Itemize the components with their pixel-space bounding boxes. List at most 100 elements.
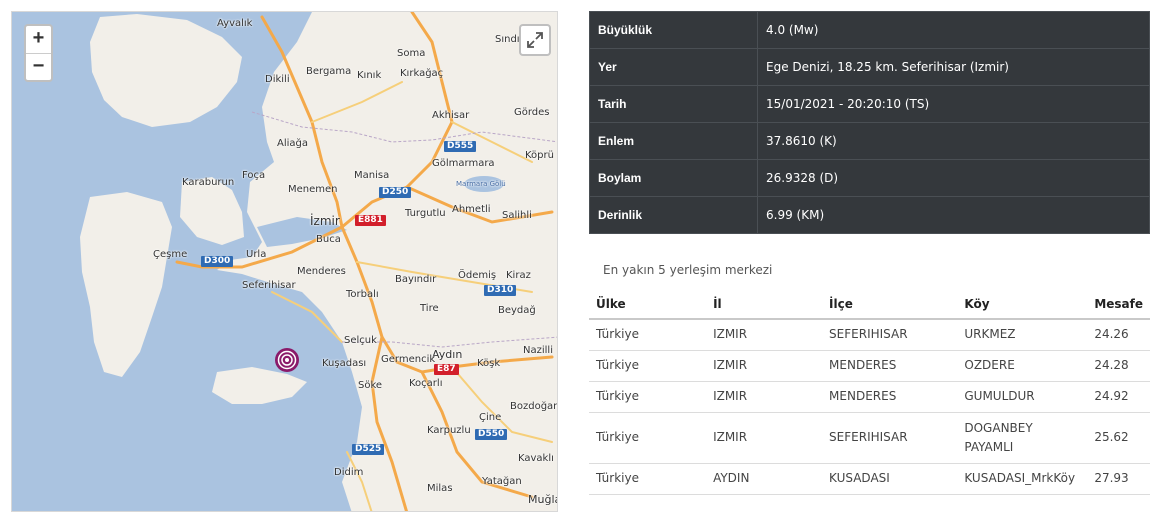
map-label-kavakli: Kavaklı xyxy=(518,453,554,464)
road-shield-d310: D310 xyxy=(484,285,517,296)
map-label-ahmetli: Ahmetli xyxy=(452,204,491,215)
zoom-out-button[interactable]: − xyxy=(26,53,51,80)
cell-distance: 27.93 xyxy=(1087,463,1150,495)
map-label-cesme: Çeşme xyxy=(153,249,188,260)
header-country: Ülke xyxy=(589,289,707,320)
map-label-salihli: Salihli xyxy=(502,210,532,221)
cell-village: DOGANBEY PAYAMLI xyxy=(957,412,1088,464)
map-label-nazilli: Nazilli xyxy=(523,345,553,356)
map-label-izmir: İzmir xyxy=(310,214,340,228)
table-row: Türkiye IZMIR SEFERIHISAR DOGANBEY PAYAM… xyxy=(589,412,1150,464)
info-row-latitude: Enlem 37.8610 (K) xyxy=(589,122,1150,160)
map-label-kirkagac: Kırkağaç xyxy=(400,68,444,79)
map-label-didim: Didim xyxy=(334,467,364,478)
map-label-mugla: Muğla xyxy=(528,493,558,506)
info-value: 37.8610 (K) xyxy=(757,122,1150,160)
table-row: Türkiye IZMIR MENDERES OZDERE 24.28 xyxy=(589,350,1150,382)
map-label-marmara-golu: Marmara Gölü xyxy=(456,180,506,188)
zoom-control: + − xyxy=(24,24,53,82)
info-key: Enlem xyxy=(589,122,758,160)
info-value: 6.99 (KM) xyxy=(757,196,1150,234)
cell-country: Türkiye xyxy=(589,381,707,413)
map-label-karpuzlu: Karpuzlu xyxy=(427,425,471,436)
fullscreen-button[interactable] xyxy=(519,24,551,56)
info-value: 15/01/2021 - 20:20:10 (TS) xyxy=(757,85,1150,123)
map-label-ayvalik: Ayvalık xyxy=(217,18,253,29)
epicenter-marker-icon[interactable] xyxy=(274,347,300,373)
road-shield-e881: E881 xyxy=(355,215,386,226)
header-distance: Mesafe xyxy=(1087,289,1150,320)
map-label-bayindir: Bayındır xyxy=(395,274,437,285)
map-label-tire: Tire xyxy=(420,303,439,314)
info-key: Büyüklük xyxy=(589,11,758,49)
cell-village: KUSADASI_MrkKöy xyxy=(957,463,1088,495)
settlements-table: Ülke İl İlçe Köy Mesafe Türkiye IZMIR SE… xyxy=(589,289,1150,495)
cell-distance: 25.62 xyxy=(1087,412,1150,464)
map-label-kusadasi: Kuşadası xyxy=(322,358,367,369)
cell-province: IZMIR xyxy=(706,412,823,464)
info-row-magnitude: Büyüklük 4.0 (Mw) xyxy=(589,11,1150,49)
map-label-turgutlu: Turgutlu xyxy=(405,208,446,219)
cell-district: SEFERIHISAR xyxy=(822,319,958,351)
map-label-cine: Çine xyxy=(479,412,502,423)
cell-country: Türkiye xyxy=(589,350,707,382)
cell-province: AYDIN xyxy=(706,463,823,495)
map-label-kosk: Köşk xyxy=(477,358,501,369)
cell-country: Türkiye xyxy=(589,319,707,351)
header-village: Köy xyxy=(957,289,1088,320)
road-shield-d525: D525 xyxy=(352,444,385,455)
map-label-akhisar: Akhisar xyxy=(432,110,470,121)
cell-country: Türkiye xyxy=(589,463,707,495)
map-label-beydag: Beydağ xyxy=(498,305,536,316)
map-label-germencik: Germencik xyxy=(381,354,436,365)
zoom-in-button[interactable]: + xyxy=(26,26,51,53)
info-row-depth: Derinlik 6.99 (KM) xyxy=(589,196,1150,234)
info-value: 4.0 (Mw) xyxy=(757,11,1150,49)
info-key: Boylam xyxy=(589,159,758,197)
header-district: İlçe xyxy=(822,289,958,320)
table-row: Türkiye IZMIR MENDERES GUMULDUR 24.92 xyxy=(589,381,1150,413)
info-key: Derinlik xyxy=(589,196,758,234)
settlements-caption: En yakın 5 yerleşim merkezi xyxy=(603,263,773,277)
table-row: Türkiye AYDIN KUSADASI KUSADASI_MrkKöy 2… xyxy=(589,463,1150,495)
map-label-gordes: Gördes xyxy=(514,107,550,118)
cell-village: URKMEZ xyxy=(957,319,1088,351)
info-row-date: Tarih 15/01/2021 - 20:20:10 (TS) xyxy=(589,85,1150,123)
map-label-foca: Foça xyxy=(242,170,266,181)
cell-district: KUSADASI xyxy=(822,463,958,495)
map-label-soma: Soma xyxy=(397,48,426,59)
map-label-kiraz: Kiraz xyxy=(506,270,531,281)
map-label-aydin: Aydın xyxy=(432,348,463,361)
map-label-urla: Urla xyxy=(246,249,267,260)
map-label-aliaga: Aliağa xyxy=(277,138,309,149)
map-label-selcuk: Selçuk xyxy=(344,335,377,346)
map-label-dikili: Dikili xyxy=(265,74,290,85)
expand-icon xyxy=(527,32,543,48)
info-row-location: Yer Ege Denizi, 18.25 km. Seferihisar (I… xyxy=(589,48,1150,86)
cell-distance: 24.28 xyxy=(1087,350,1150,382)
info-row-longitude: Boylam 26.9328 (D) xyxy=(589,159,1150,197)
map-label-bozdogan: Bozdoğan xyxy=(510,401,558,412)
info-value: Ege Denizi, 18.25 km. Seferihisar (Izmir… xyxy=(757,48,1150,86)
info-key: Yer xyxy=(589,48,758,86)
cell-distance: 24.92 xyxy=(1087,381,1150,413)
map-label-kinik: Kınık xyxy=(357,70,382,81)
road-shield-d250: D250 xyxy=(379,187,412,198)
map-label-golmarmara: Gölmarmara xyxy=(432,158,495,169)
cell-province: IZMIR xyxy=(706,319,823,351)
earthquake-map[interactable]: Ayvalık Sındırgı Dikili Bergama Kınık So… xyxy=(11,11,558,512)
cell-district: MENDERES xyxy=(822,381,958,413)
map-label-odemis: Ödemiş xyxy=(458,270,497,281)
map-label-yatagan: Yatağan xyxy=(482,476,522,487)
map-label-seferihisar: Seferihisar xyxy=(242,280,296,291)
table-header-row: Ülke İl İlçe Köy Mesafe xyxy=(589,289,1150,320)
map-label-soke: Söke xyxy=(358,380,383,391)
map-label-karaburun: Karaburun xyxy=(182,177,235,188)
map-label-manisa: Manisa xyxy=(354,170,390,181)
cell-district: MENDERES xyxy=(822,350,958,382)
cell-distance: 24.26 xyxy=(1087,319,1150,351)
map-label-bergama: Bergama xyxy=(306,66,352,77)
header-province: İl xyxy=(706,289,823,320)
road-shield-d550: D550 xyxy=(475,429,508,440)
map-label-buca: Buca xyxy=(316,234,341,245)
